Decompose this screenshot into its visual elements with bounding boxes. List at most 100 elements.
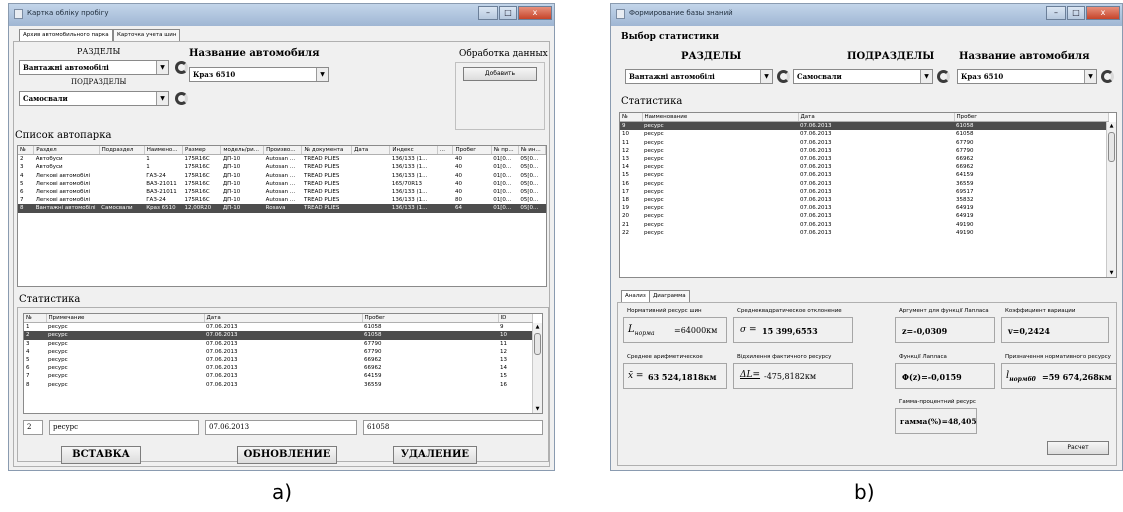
table-row[interactable]: 9 ресурс 07.06.2013 61058 [620,121,1108,131]
table-row[interactable]: 6 ресурс 07.06.2013 66962 14 [24,364,532,372]
table-row[interactable]: 7 Легкові автомобілі ГАЗ-24 175R16C ДП-10 Aut… [18,196,546,204]
maximize-button[interactable]: □ [499,6,517,20]
column-header[interactable]: Примечание [46,314,205,324]
edit-note-field[interactable]: ресурс [49,420,199,435]
table-cell: 36559 [364,381,382,388]
column-header[interactable]: Произво... [263,146,303,156]
table-row[interactable]: 17 ресурс 07.06.2013 69517 [620,188,1108,196]
close-button[interactable]: x [518,6,552,20]
table-row[interactable]: 3 Автобуси 1 175R16C ДП-10 Autosan ... TREAD P… [18,163,546,171]
razdely-select[interactable]: Вантажні автомобілі ▼ [625,69,773,84]
column-header[interactable]: Пробег [362,314,499,324]
scroll-down-arrow[interactable]: ▼ [533,405,542,413]
column-header[interactable]: № [24,314,47,324]
column-header[interactable]: Пробег [452,146,492,156]
column-header[interactable]: Размер [182,146,222,156]
edit-date-field[interactable]: 07.06.2013 [205,420,357,435]
chevron-down-icon[interactable]: ▼ [920,70,932,83]
table-row[interactable]: 14 ресурс 07.06.2013 66962 [620,163,1108,171]
column-header[interactable]: Дата [204,314,363,324]
column-header[interactable]: № пр... [491,146,519,156]
table-row[interactable]: 7 ресурс 07.06.2013 64159 15 [24,372,532,380]
refresh-icon[interactable] [777,70,790,83]
refresh-icon[interactable] [937,70,950,83]
table-row[interactable]: 12 ресурс 07.06.2013 67790 [620,147,1108,155]
column-header[interactable]: ... [437,146,454,156]
column-header[interactable]: ID [498,314,533,324]
column-header[interactable]: Наимено... [144,146,184,156]
table-row[interactable]: 1 ресурс 07.06.2013 61058 9 [24,323,532,332]
app-icon [14,9,23,19]
podrazdely-select[interactable]: Самосвали ▼ [793,69,933,84]
tab-diagram[interactable]: Диаграмма [649,290,690,302]
table-row[interactable]: 2 ресурс 07.06.2013 61058 10 [24,331,532,340]
chevron-down-icon[interactable]: ▼ [156,92,168,105]
column-header[interactable]: Раздел [33,146,100,156]
chevron-down-icon[interactable]: ▼ [1084,70,1096,83]
chevron-down-icon[interactable]: ▼ [316,68,328,81]
column-header[interactable]: модель/ри... [220,146,265,156]
edit-num-field[interactable]: 2 [23,420,43,435]
column-header[interactable]: Пробег [954,113,1109,123]
tab-tire-card[interactable]: Карточка учета шин [113,29,181,41]
scroll-down-arrow[interactable]: ▼ [1107,269,1116,277]
table-row[interactable]: 5 Легкові автомобілі ВАЗ-21011 175R16C ДП-10… [18,180,546,188]
stats-scrollbar[interactable]: ▲ ▼ [532,323,542,413]
table-row[interactable]: 20 ресурс 07.06.2013 64919 [620,212,1108,220]
update-button[interactable]: ОБНОВЛЕНИЕ [237,446,337,464]
podrazdely-label: ПОДРАЗДЕЛЫ [847,51,935,62]
table-row[interactable]: 6 Легкові автомобілі ВАЗ-21011 175R16C ДП-10… [18,188,546,196]
scroll-up-arrow[interactable]: ▲ [1107,122,1116,130]
scroll-thumb[interactable] [534,333,541,355]
table-row[interactable]: 11 ресурс 07.06.2013 67790 [620,139,1108,147]
column-header[interactable]: № [620,113,643,123]
column-header[interactable]: № документа [301,146,353,156]
close-button[interactable]: x [1086,6,1120,20]
edit-mileage-field[interactable]: 61058 [363,420,543,435]
refresh-icon[interactable] [175,61,188,74]
table-row[interactable]: 3 ресурс 07.06.2013 67790 11 [24,340,532,348]
table-row[interactable]: 8 Вантажні автомобілі Самосвали Краз 6510 12… [18,204,546,213]
table-row[interactable]: 10 ресурс 07.06.2013 61058 [620,130,1108,138]
chevron-down-icon[interactable]: ▼ [760,70,772,83]
fleet-list-label: Список автопарка [15,130,112,141]
column-header[interactable]: Подраздел [99,146,145,156]
table-row[interactable]: 4 Легкові автомобілі ГАЗ-24 175R16C ДП-10 Aut… [18,172,546,180]
scroll-thumb[interactable] [1108,132,1115,162]
table-row[interactable]: 18 ресурс 07.06.2013 35832 [620,196,1108,204]
stats-scrollbar[interactable]: ▲ ▼ [1106,122,1116,277]
tab-analysis[interactable]: Анализ [621,290,650,302]
column-header[interactable]: Дата [351,146,391,156]
column-header[interactable]: Наименование [642,113,799,123]
table-row[interactable]: 4 ресурс 07.06.2013 67790 12 [24,348,532,356]
chevron-down-icon[interactable]: ▼ [156,61,168,74]
table-row[interactable]: 21 ресурс 07.06.2013 49190 [620,221,1108,229]
minimize-button[interactable]: – [1046,6,1066,20]
table-row[interactable]: 2 Автобуси 1 175R16C ДП-10 Autosan ... TREAD P… [18,155,546,164]
delete-button[interactable]: УДАЛЕНИЕ [393,446,477,464]
razdely-select[interactable]: Вантажні автомобілі ▼ [19,60,169,75]
refresh-icon[interactable] [175,92,188,105]
column-header[interactable]: № [18,146,35,156]
car-name-select[interactable]: Краз 6510 ▼ [957,69,1097,84]
column-header[interactable]: Дата [798,113,955,123]
scroll-up-arrow[interactable]: ▲ [533,323,542,331]
table-row[interactable]: 19 ресурс 07.06.2013 64919 [620,204,1108,212]
calculate-button[interactable]: Расчет [1047,441,1109,455]
add-button[interactable]: Добавить [463,67,537,81]
column-header[interactable]: Индекс [389,146,438,156]
insert-button[interactable]: ВСТАВКА [61,446,141,464]
table-row[interactable]: 8 ресурс 07.06.2013 36559 16 [24,381,532,389]
maximize-button[interactable]: □ [1067,6,1085,20]
column-header[interactable]: № ин... [518,146,546,156]
podrazdely-select[interactable]: Самосвали ▼ [19,91,169,106]
table-row[interactable]: 22 ресурс 07.06.2013 49190 [620,229,1108,237]
minimize-button[interactable]: – [478,6,498,20]
car-name-select[interactable]: Краз 6510 ▼ [189,67,329,82]
refresh-icon[interactable] [1101,70,1114,83]
tab-fleet-archive[interactable]: Архив автомобильного парка [19,29,113,41]
table-row[interactable]: 16 ресурс 07.06.2013 36559 [620,180,1108,188]
table-row[interactable]: 15 ресурс 07.06.2013 64159 [620,171,1108,179]
table-row[interactable]: 13 ресурс 07.06.2013 66962 [620,155,1108,163]
table-row[interactable]: 5 ресурс 07.06.2013 66962 13 [24,356,532,364]
